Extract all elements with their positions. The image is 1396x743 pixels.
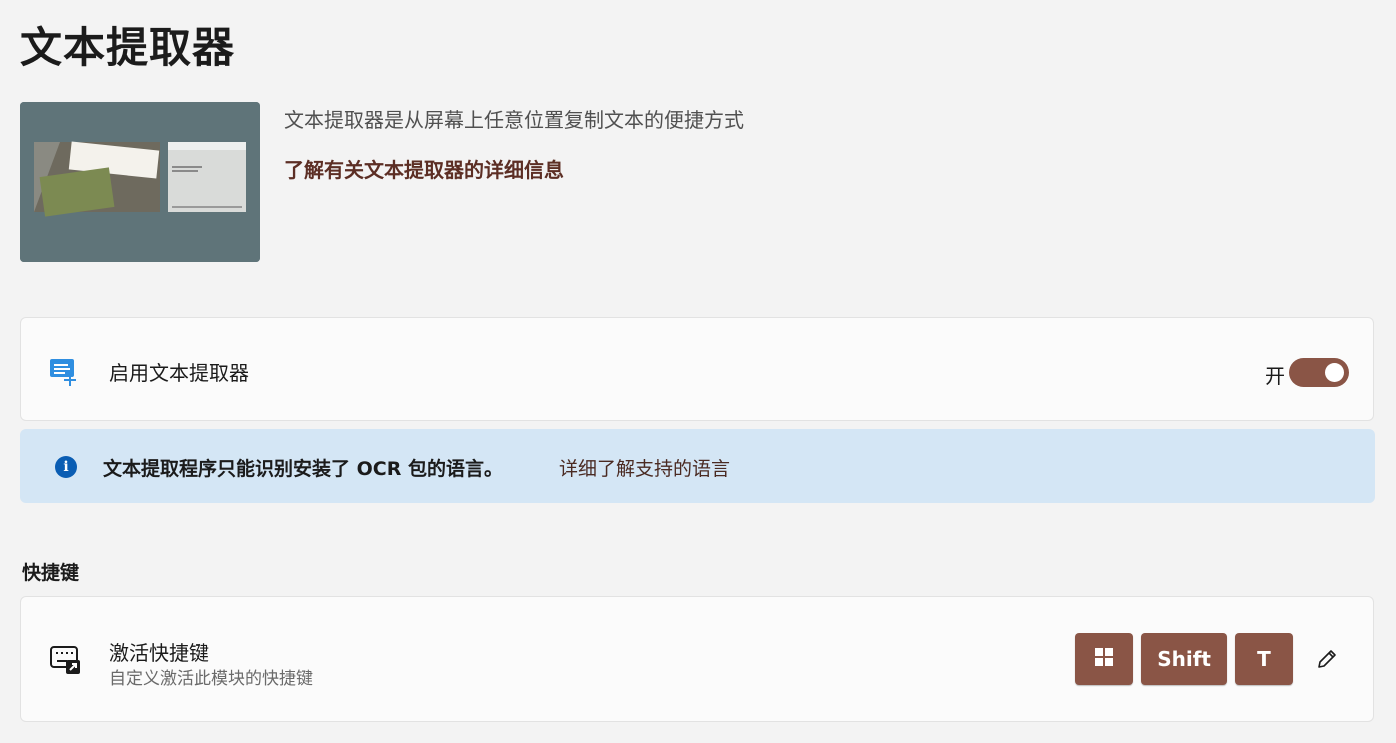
shortcut-sublabel: 自定义激活此模块的快捷键 [109,669,313,689]
key-t: T [1235,633,1293,685]
toggle-state-label: 开 [1265,364,1285,388]
shortcut-label: 激活快捷键 [109,641,209,665]
info-message: 文本提取程序只能识别安装了 OCR 包的语言。 [103,458,503,480]
section-header-shortcuts: 快捷键 [22,562,80,584]
keyboard-shortcut-icon [49,643,81,675]
key-windows [1075,633,1134,685]
activation-shortcut-card: 激活快捷键 自定义激活此模块的快捷键 Shift T [20,596,1374,722]
supported-languages-link[interactable]: 详细了解支持的语言 [559,454,730,481]
enable-text-extractor-card: 启用文本提取器 开 [20,317,1374,421]
key-shift: Shift [1141,633,1227,685]
shortcut-keys: Shift T [1075,633,1293,685]
text-extractor-icon [49,356,81,388]
enable-toggle[interactable] [1289,358,1349,387]
toggle-knob [1325,363,1344,382]
windows-icon [1095,647,1114,671]
info-bar: i 文本提取程序只能识别安装了 OCR 包的语言。 详细了解支持的语言 [20,429,1375,503]
hero-description: 文本提取器是从屏幕上任意位置复制文本的便捷方式 [284,108,744,132]
enable-label: 启用文本提取器 [109,361,249,385]
pencil-icon[interactable] [1315,647,1339,671]
learn-more-link[interactable]: 了解有关文本提取器的详细信息 [284,154,564,183]
hero-image [20,102,260,262]
info-icon: i [55,456,77,478]
page-title: 文本提取器 [20,23,236,72]
